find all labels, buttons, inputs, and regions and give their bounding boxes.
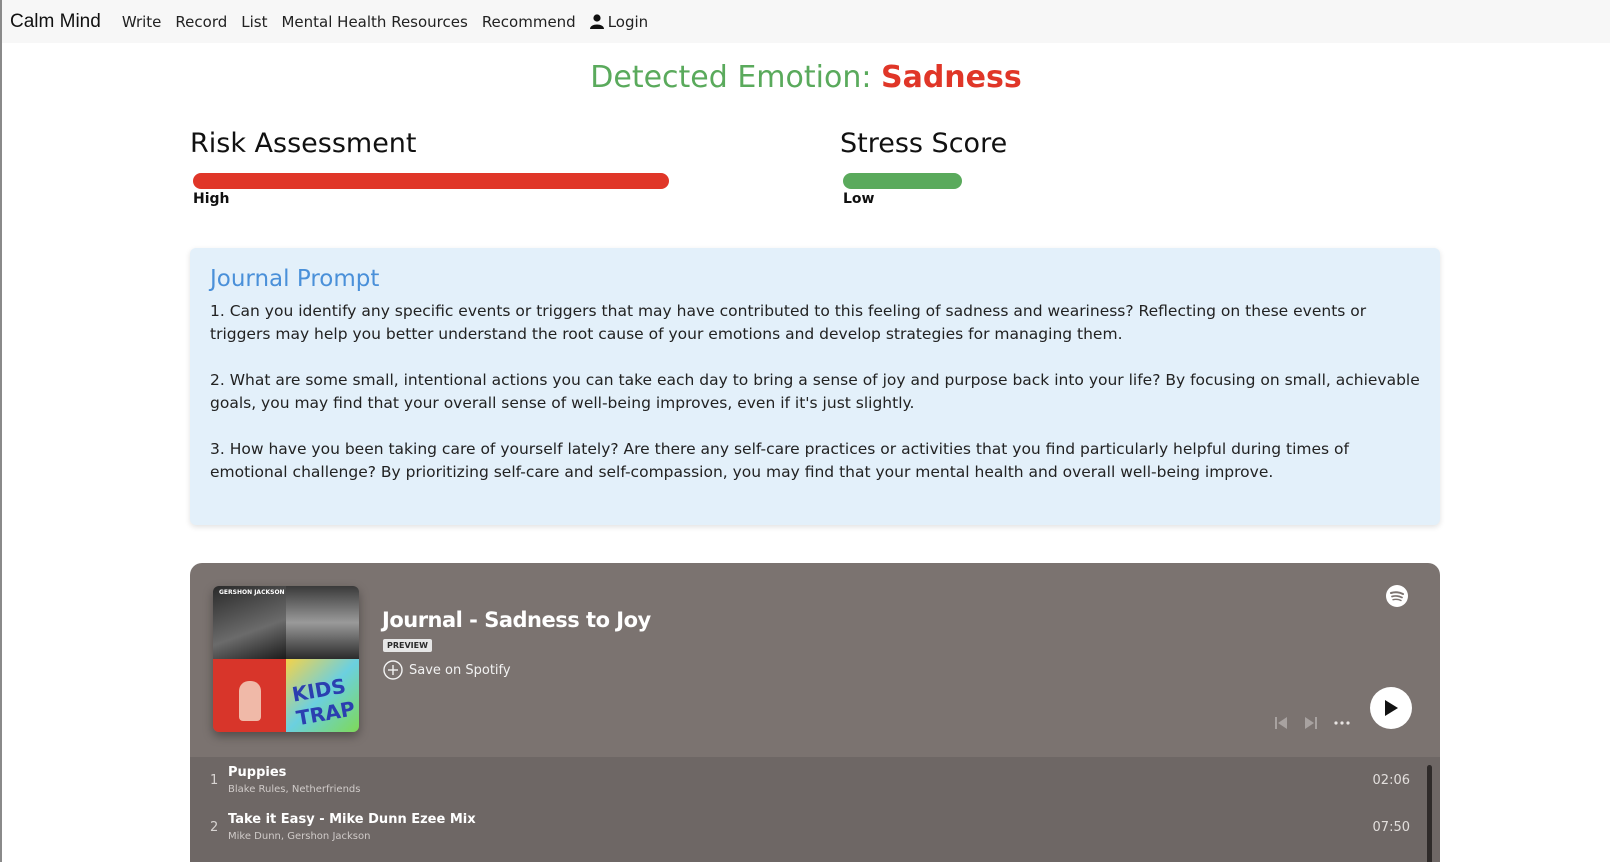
risk-bar: [190, 173, 670, 189]
stress-score: Stress Score Low: [840, 128, 1320, 207]
journal-prompt-card: Journal Prompt 1. Can you identify any s…: [190, 248, 1440, 525]
journal-prompt-title: Journal Prompt: [210, 266, 380, 292]
play-icon: [1385, 700, 1398, 716]
track-list: 1 Puppies Blake Rules, Netherfriends 02:…: [190, 757, 1440, 862]
save-on-spotify-button[interactable]: Save on Spotify: [383, 660, 511, 680]
cover-figure: [239, 681, 261, 721]
nav-link-write[interactable]: Write: [122, 13, 162, 31]
save-on-spotify-label: Save on Spotify: [409, 662, 511, 678]
nav-link-recommend[interactable]: Recommend: [482, 13, 576, 31]
journal-prompt-item: 1. Can you identify any specific events …: [210, 302, 1367, 343]
track-number: 1: [210, 773, 219, 788]
plus-circle-icon: [383, 660, 403, 680]
login-label: Login: [607, 12, 649, 31]
user-icon: [589, 14, 604, 29]
track-row[interactable]: 1 Puppies Blake Rules, Netherfriends 02:…: [190, 757, 1410, 801]
detected-emotion-heading: Detected Emotion: Sadness: [2, 60, 1610, 95]
nav-link-login[interactable]: Login: [589, 12, 649, 31]
track-duration: 02:06: [1372, 773, 1410, 788]
playlist-cover[interactable]: GERSHON JACKSON KIDS TRAP 3: [213, 586, 359, 732]
track-duration: 07:50: [1372, 820, 1410, 835]
emotion-label: Detected Emotion:: [590, 60, 881, 95]
playlist-title[interactable]: Journal - Sadness to Joy: [382, 608, 651, 632]
spotify-player: GERSHON JACKSON KIDS TRAP 3 Journal - Sa…: [190, 563, 1440, 862]
navbar: Calm Mind Write Record List Mental Healt…: [2, 0, 1610, 43]
risk-bar-fill: [193, 173, 669, 189]
spotify-logo-icon[interactable]: [1386, 585, 1408, 607]
stress-bar: [840, 173, 1320, 189]
nav-links: Write Record List Mental Health Resource…: [115, 13, 655, 31]
track-number: 2: [210, 820, 219, 835]
brand-logo[interactable]: Calm Mind: [10, 11, 101, 33]
stress-bar-fill: [843, 173, 962, 189]
stress-level-label: Low: [843, 191, 875, 207]
play-button[interactable]: [1370, 687, 1412, 729]
stress-score-title: Stress Score: [840, 128, 1008, 159]
tracklist-scrollbar[interactable]: [1427, 765, 1432, 862]
nav-link-mental-health-resources[interactable]: Mental Health Resources: [281, 13, 467, 31]
cover-tile: [213, 659, 286, 732]
next-track-icon[interactable]: [1303, 715, 1319, 731]
more-options-icon[interactable]: [1333, 715, 1351, 731]
risk-assessment-title: Risk Assessment: [190, 128, 417, 159]
risk-assessment: Risk Assessment High: [190, 128, 670, 207]
emotion-value: Sadness: [880, 60, 1022, 95]
track-artists: Mike Dunn, Gershon Jackson: [228, 831, 371, 842]
journal-prompt-item: 2. What are some small, intentional acti…: [210, 371, 1420, 412]
cover-tile: GERSHON JACKSON: [213, 586, 286, 659]
cover-text-kids-trap: KIDS TRAP 3: [290, 673, 357, 732]
cover-text: GERSHON JACKSON: [219, 589, 285, 596]
previous-track-icon[interactable]: [1273, 715, 1289, 731]
cover-tile: KIDS TRAP 3: [286, 659, 359, 732]
nav-link-record[interactable]: Record: [175, 13, 227, 31]
track-artists: Blake Rules, Netherfriends: [228, 784, 361, 795]
journal-prompt-item: 3. How have you been taking care of your…: [210, 440, 1349, 481]
track-name: Take it Easy - Mike Dunn Ezee Mix: [228, 812, 476, 827]
nav-link-list[interactable]: List: [241, 13, 267, 31]
track-row[interactable]: 2 Take it Easy - Mike Dunn Ezee Mix Mike…: [190, 804, 1410, 848]
track-name: Puppies: [228, 765, 287, 780]
preview-badge: PREVIEW: [383, 639, 432, 652]
risk-level-label: High: [193, 191, 230, 207]
cover-tile: [286, 586, 359, 659]
